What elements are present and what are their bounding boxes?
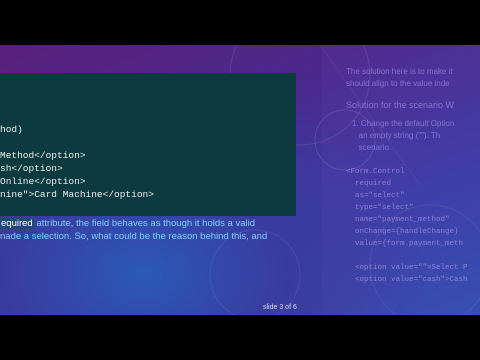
ghost-code-line: <option value="">Select P bbox=[346, 264, 468, 272]
ghost-code-line: required bbox=[346, 180, 392, 188]
ghost-code-line: value={form.payment_meth bbox=[346, 240, 464, 248]
body-line-1-text: attribute, the field behaves as though i… bbox=[33, 218, 255, 229]
next-slide-transition-panel: The solution here is to make it should a… bbox=[322, 45, 480, 315]
letterbox-top bbox=[0, 0, 480, 45]
slide-number: slide 3 of 6 bbox=[263, 304, 297, 311]
highlighted-keyword: equired bbox=[0, 218, 34, 229]
ghost-text-line: should align to the value inde bbox=[346, 79, 450, 88]
code-line: Method</option> bbox=[0, 150, 86, 161]
ghost-code-line: name="payment_method" bbox=[346, 216, 450, 224]
ghost-text-line: 1. Change the default Option bbox=[352, 119, 455, 128]
ghost-code-line: <Form.Control bbox=[346, 168, 405, 176]
code-line: Online</option> bbox=[0, 176, 86, 187]
slide-body-text: equired attribute, the field behaves as … bbox=[0, 217, 300, 243]
body-line-2: nade a selection. So, what could be the … bbox=[0, 231, 268, 242]
body-line-1: equired attribute, the field behaves as … bbox=[0, 217, 300, 230]
code-line: nine">Card Machine</option> bbox=[0, 189, 154, 200]
ghost-text-line: an empty string (""). Th bbox=[352, 131, 441, 140]
code-block: hod) Method</option> sh</option> Online<… bbox=[0, 73, 296, 216]
ghost-text-line: The solution here is to make it bbox=[346, 67, 453, 76]
current-slide-panel: hod) Method</option> sh</option> Online<… bbox=[0, 45, 322, 315]
ghost-code-line: as="select" bbox=[346, 192, 405, 200]
presentation-slide: hod) Method</option> sh</option> Online<… bbox=[0, 45, 480, 315]
ghost-code-line: type="select" bbox=[346, 204, 414, 212]
ghost-text-line: scenario. bbox=[352, 143, 392, 152]
code-line: hod) bbox=[0, 124, 23, 135]
ghost-code-line: onChange={handleChange} bbox=[346, 228, 459, 236]
letterbox-bottom bbox=[0, 315, 480, 360]
ghost-heading: Solution for the scenario W bbox=[346, 100, 455, 110]
ghost-code-line: <option value="cash">Cash bbox=[346, 276, 468, 284]
code-line: sh</option> bbox=[0, 163, 63, 174]
